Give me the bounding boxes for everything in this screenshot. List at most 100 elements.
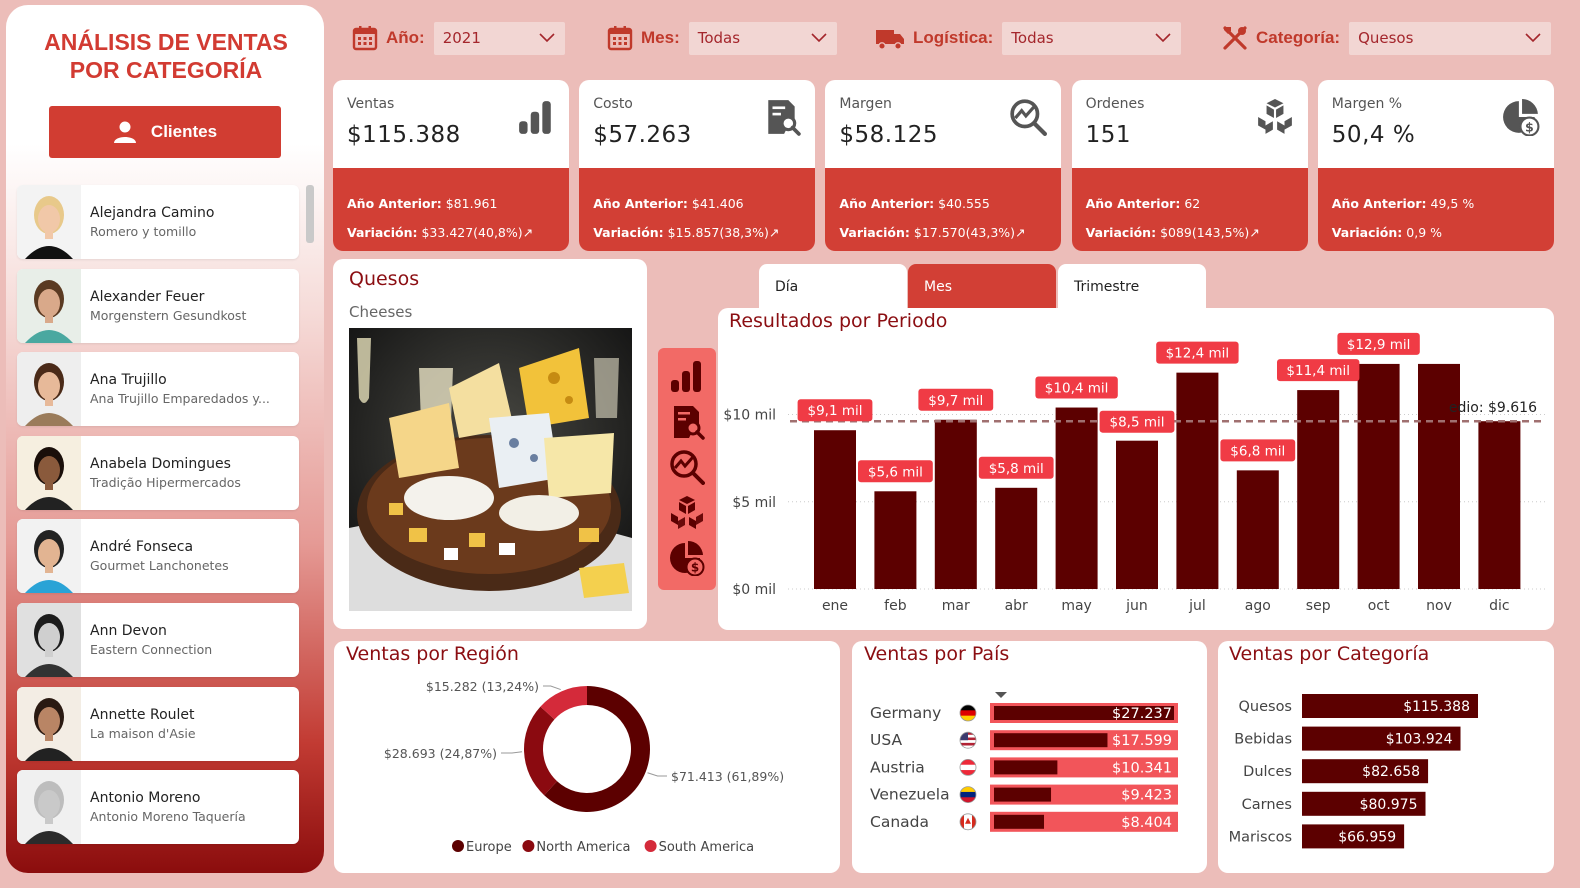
bar-canada[interactable] xyxy=(994,814,1045,829)
data-label: $82.658 xyxy=(1362,764,1420,780)
svg-text:$5,6 mil: $5,6 mil xyxy=(868,464,923,480)
average-label: edio: $9.616 xyxy=(1449,400,1537,416)
country-label: Germany xyxy=(870,704,941,722)
document-search-icon xyxy=(768,100,801,136)
data-label: $12,9 mil xyxy=(1337,332,1420,355)
chevron-down-icon xyxy=(1525,33,1541,43)
kpi-comparison: Año Anterior: $81.961 Variación: $33.427(… xyxy=(333,168,569,251)
sort-indicator-icon[interactable] xyxy=(995,692,1007,698)
clients-button[interactable]: Clientes xyxy=(49,106,281,158)
slice-label: $71.413 (61,89%) xyxy=(671,769,784,784)
kpi-variation-value: $17.570(43,3%)↗ xyxy=(913,225,1026,240)
category-dropdown[interactable]: Quesos xyxy=(1349,21,1552,55)
category-label: Carnes xyxy=(1242,797,1292,813)
tab-trimestre[interactable]: Trimestre xyxy=(1058,264,1206,310)
data-label: $80.975 xyxy=(1360,797,1418,813)
client-card[interactable]: Anabela Domingues Tradição Hipermercados xyxy=(17,435,299,510)
kpi-variation-label: Variación: xyxy=(347,225,418,240)
year-filter-label: Año: xyxy=(386,28,425,47)
boxes-icon[interactable] xyxy=(669,495,705,531)
month-dropdown[interactable]: Todas xyxy=(688,21,837,55)
bar-austria[interactable] xyxy=(994,760,1058,775)
kpi-value: 151 xyxy=(1085,122,1131,148)
client-company: Antonio Moreno Taquería xyxy=(90,809,246,825)
bar-usa[interactable] xyxy=(994,733,1108,748)
document-search-icon[interactable] xyxy=(669,404,705,440)
client-card[interactable]: Annette Roulet La maison d'Asie xyxy=(17,686,299,761)
cheese-image xyxy=(349,328,632,611)
pie-dollar-icon[interactable]: $ xyxy=(669,540,705,576)
kpi-label: Margen xyxy=(839,96,892,112)
kpi-previous-value: $40.555 xyxy=(938,196,990,211)
client-card[interactable]: André Fonseca Gourmet Lanchonetes xyxy=(17,519,299,594)
trend-search-icon[interactable] xyxy=(669,449,705,485)
logistics-dropdown[interactable]: Todas xyxy=(1002,21,1182,55)
kpi-variation: Variación: 0,9 % xyxy=(1332,218,1554,247)
client-card[interactable]: Alexander Feuer Morgenstern Gesundkost xyxy=(17,268,299,343)
client-card[interactable]: Antonio Moreno Antonio Moreno Taquería xyxy=(17,770,299,845)
year-dropdown[interactable]: 2021 xyxy=(433,21,565,55)
category-filter-label: Categoría: xyxy=(1256,28,1341,47)
kpi-variation-value: $33.427(40,8%)↗ xyxy=(421,225,534,240)
bar-jul[interactable] xyxy=(1176,372,1219,589)
svg-text:$12,4 mil: $12,4 mil xyxy=(1166,346,1230,362)
bar-may[interactable] xyxy=(1055,407,1098,589)
trend-search-icon xyxy=(1010,99,1048,136)
client-card[interactable]: Alejandra Camino Romero y tomillo xyxy=(17,185,299,259)
year-filter: Año: 2021 xyxy=(352,20,565,56)
bar-ene[interactable] xyxy=(814,430,856,589)
avatar xyxy=(17,686,81,761)
slice-north-america[interactable] xyxy=(524,706,558,796)
bar-abr[interactable] xyxy=(995,487,1038,589)
kpi-comparison: Año Anterior: $41.406 Variación: $15.857(… xyxy=(579,168,816,251)
kpi-variation-label: Variación: xyxy=(1331,225,1403,240)
kpi-variation-label: Variación: xyxy=(839,225,910,240)
category-chart-panel: Ventas por Categoría Quesos $115.388 Bebid… xyxy=(1218,641,1554,873)
svg-text:$12,9 mil: $12,9 mil xyxy=(1347,337,1411,353)
bar-oct[interactable] xyxy=(1357,363,1400,589)
bar-venezuela[interactable] xyxy=(994,787,1052,802)
bar-dic[interactable] xyxy=(1478,421,1521,589)
svg-text:$10,4 mil: $10,4 mil xyxy=(1045,381,1109,397)
kpi-previous-label: Año Anterior: xyxy=(1085,196,1181,211)
bar-nov[interactable] xyxy=(1418,363,1460,589)
kpi-value: $58.125 xyxy=(839,122,939,148)
leader-line xyxy=(543,685,561,691)
kpi-card-3: Ordenes 151 Año Anterior: 62 Variación: $08… xyxy=(1071,80,1308,251)
data-label: $5,8 mil xyxy=(978,456,1054,479)
kpi-previous-label: Año Anterior: xyxy=(839,196,935,211)
svg-text:$6,8 mil: $6,8 mil xyxy=(1230,443,1285,459)
x-tick-label: dic xyxy=(1489,598,1509,614)
category-dropdown-value: Quesos xyxy=(1358,29,1414,47)
svg-text:$: $ xyxy=(691,561,699,575)
client-company: Tradição Hipermercados xyxy=(90,474,241,490)
country-label: Canada xyxy=(870,813,929,831)
bar-sep[interactable] xyxy=(1297,390,1340,589)
truck-icon xyxy=(876,30,904,50)
category-label: Bebidas xyxy=(1234,732,1292,748)
legend-item[interactable]: North America xyxy=(522,840,631,855)
bar-mar[interactable] xyxy=(934,419,977,589)
client-card[interactable]: Ana Trujillo Ana Trujillo Emparedados y..… xyxy=(17,352,299,427)
tab-mes[interactable]: Mes xyxy=(908,264,1056,310)
svg-text:$11,4 mil: $11,4 mil xyxy=(1286,363,1350,379)
kpi-top: Ordenes 151 xyxy=(1072,80,1308,168)
tab-dia[interactable]: Día xyxy=(759,264,907,310)
kpi-variation-value: $15.857(38,3%)↗ xyxy=(667,225,780,240)
icon-rail: $ xyxy=(658,348,716,590)
client-list-scrollbar[interactable] xyxy=(306,185,314,243)
kpi-card-2: Margen $58.125 Año Anterior: $40.555 Variac… xyxy=(825,80,1062,251)
legend-item[interactable]: South America xyxy=(644,840,755,855)
calendar-icon xyxy=(607,26,633,51)
bar-jun[interactable] xyxy=(1116,440,1158,589)
country-label: Venezuela xyxy=(870,786,950,804)
logistics-filter: Logística: Todas xyxy=(875,20,1182,56)
kpi-variation: Variación: $33.427(40,8%)↗ xyxy=(347,218,569,247)
leader-line xyxy=(501,751,523,754)
bar-feb[interactable] xyxy=(874,491,917,589)
slice-label: $28.693 (24,87%) xyxy=(384,746,497,761)
bar-chart-icon[interactable] xyxy=(669,358,705,394)
legend-item[interactable]: Europe xyxy=(452,840,512,855)
client-card[interactable]: Ann Devon Eastern Connection xyxy=(17,603,299,677)
bar-ago[interactable] xyxy=(1236,470,1279,589)
